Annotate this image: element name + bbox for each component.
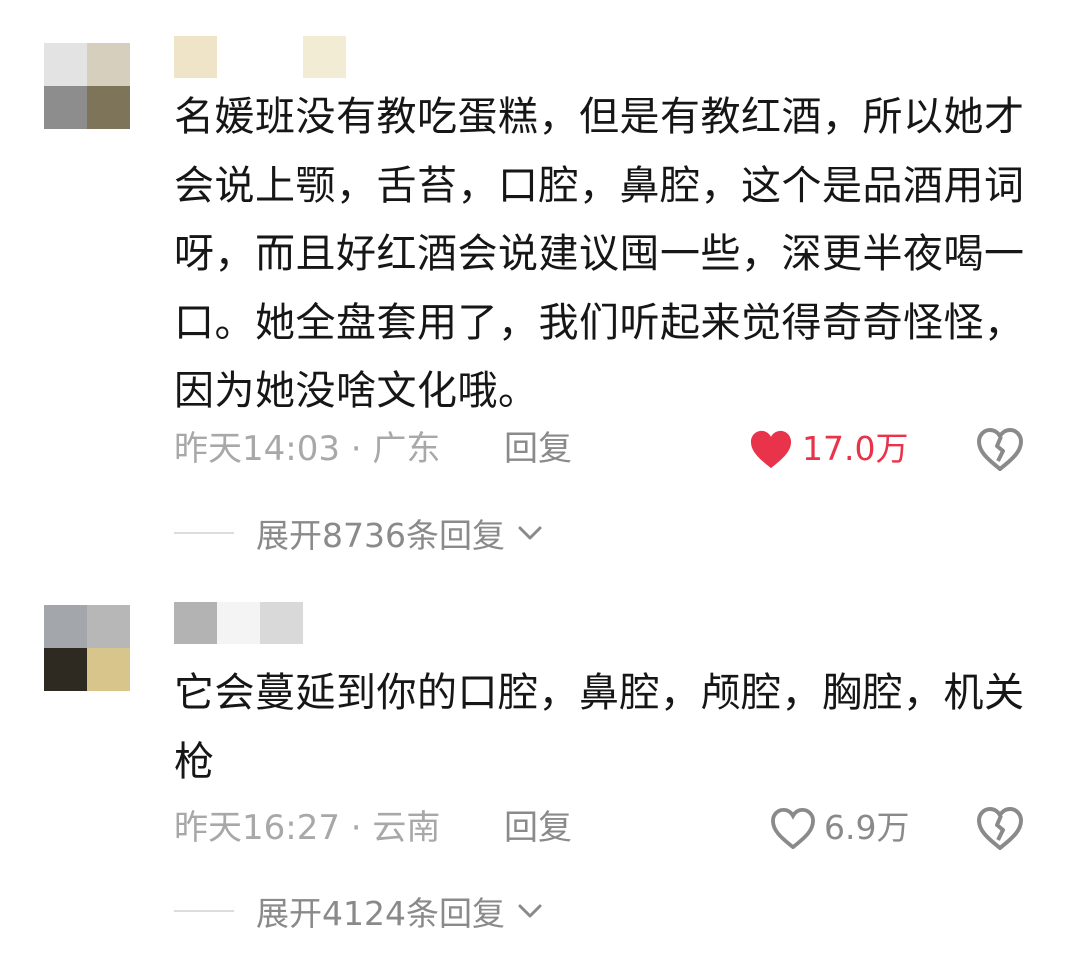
comment-item: 名媛班没有教吃蛋糕，但是有教红酒，所以她才会说上颚，舌苔，口腔，鼻腔，这个是品酒…: [0, 0, 1080, 580]
username-pixel: [174, 36, 217, 78]
username-pixel: [303, 36, 346, 78]
comment-list: 名媛班没有教吃蛋糕，但是有教红酒，所以她才会说上颚，舌苔，口腔，鼻腔，这个是品酒…: [0, 0, 1080, 958]
comment-text: 名媛班没有教吃蛋糕，但是有教红酒，所以她才会说上颚，舌苔，口腔，鼻腔，这个是品酒…: [174, 94, 1025, 414]
expand-replies-label: 展开4124条回复: [256, 894, 505, 933]
expand-replies-button[interactable]: 展开8736条回复: [174, 508, 545, 558]
like-count: 6.9万: [824, 808, 910, 847]
avatar-pixel: [87, 605, 130, 648]
divider-line: [174, 910, 234, 912]
chevron-down-icon: [518, 526, 542, 540]
avatar-pixel: [44, 648, 87, 691]
broken-heart-icon[interactable]: [976, 427, 1024, 471]
like-button[interactable]: 6.9万: [770, 803, 909, 853]
avatar-pixel: [87, 86, 130, 129]
like-count: 17.0万: [802, 429, 909, 468]
username-censored[interactable]: [174, 36, 346, 78]
avatar-pixel: [44, 43, 87, 86]
username-pixel: [174, 602, 217, 644]
expand-replies-label: 展开8736条回复: [256, 516, 505, 555]
comment-item: 它会蔓延到你的口腔，鼻腔，颅腔，胸腔，机关枪 昨天16:27 · 云南 回复 6…: [0, 580, 1080, 958]
chevron-down-icon: [518, 904, 542, 918]
avatar-pixel: [87, 43, 130, 86]
comment-text: 它会蔓延到你的口腔，鼻腔，颅腔，胸腔，机关枪: [174, 670, 1025, 785]
avatar[interactable]: [44, 43, 130, 129]
avatar-pixel: [44, 605, 87, 648]
avatar-pixel: [44, 86, 87, 129]
broken-heart-icon[interactable]: [976, 806, 1024, 850]
comment-time-location: 昨天14:03 · 广东: [174, 429, 441, 469]
reply-button[interactable]: 回复: [504, 803, 572, 853]
comment-meta: 昨天16:27 · 云南 回复 6.9万: [174, 803, 1080, 853]
like-button[interactable]: 17.0万: [748, 424, 908, 474]
username-pixel: [260, 36, 303, 78]
expand-replies-button[interactable]: 展开4124条回复: [174, 886, 545, 936]
heart-icon: [771, 807, 815, 849]
comment-meta: 昨天14:03 · 广东 回复 17.0万: [174, 424, 1080, 474]
username-censored[interactable]: [174, 602, 303, 644]
comment-time-location: 昨天16:27 · 云南: [174, 808, 441, 848]
heart-icon: [750, 430, 792, 469]
username-pixel: [260, 602, 303, 644]
avatar[interactable]: [44, 605, 130, 691]
divider-line: [174, 532, 234, 534]
username-pixel: [217, 602, 260, 644]
avatar-pixel: [87, 648, 130, 691]
username-pixel: [217, 36, 260, 78]
reply-button[interactable]: 回复: [504, 424, 572, 474]
